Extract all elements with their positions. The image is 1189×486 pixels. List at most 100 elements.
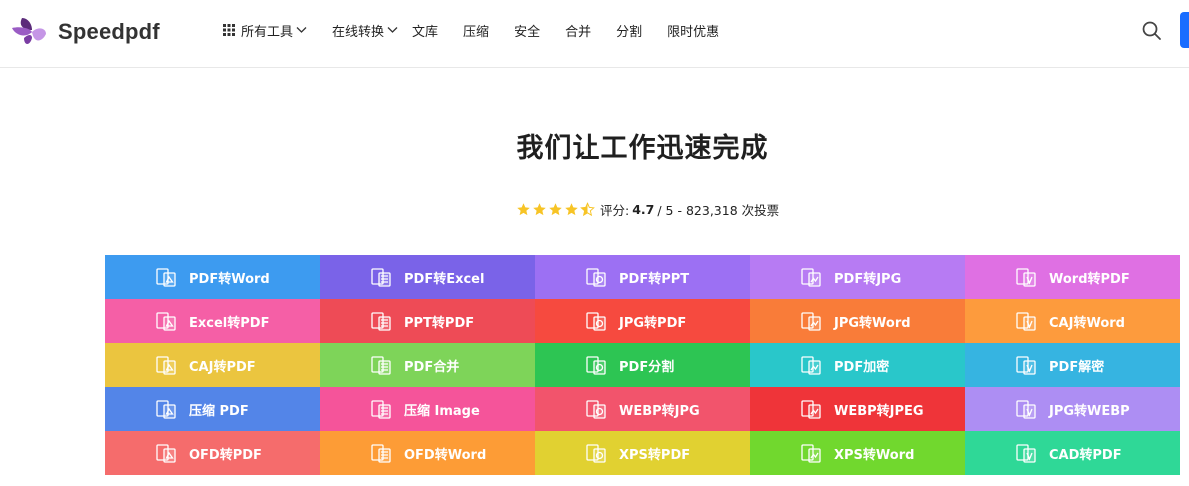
- tool-tile[interactable]: PDF解密: [965, 343, 1180, 387]
- nav-label: 压缩: [463, 24, 490, 40]
- tool-label: PDF转Excel: [404, 271, 485, 287]
- brand-logo[interactable]: Speedpdf: [10, 14, 160, 50]
- nav-merge[interactable]: 合并: [565, 21, 591, 40]
- tool-tile[interactable]: PDF加密: [750, 343, 965, 387]
- tool-label: Word转PDF: [1049, 271, 1130, 287]
- nav-label: 合并: [565, 24, 592, 40]
- grid-icon: [223, 24, 235, 36]
- document-convert-icon: [1016, 444, 1036, 463]
- tool-label: CAD转PDF: [1049, 447, 1122, 463]
- document-convert-icon: [371, 444, 391, 463]
- document-convert-icon: [371, 400, 391, 419]
- tool-label: WEBP转JPG: [619, 403, 700, 419]
- tool-tile[interactable]: CAJ转PDF: [105, 343, 320, 387]
- nav-label: 所有工具: [241, 24, 294, 40]
- document-convert-icon: [156, 268, 176, 287]
- tool-label: WEBP转JPEG: [834, 403, 924, 419]
- tool-label: PDF分割: [619, 359, 675, 375]
- tool-tile[interactable]: Excel转PDF: [105, 299, 320, 343]
- tool-grid: PDF转Word PDF转Excel PDF转PPT PDF转JPG Word转PDF E…: [105, 255, 1180, 475]
- nav-split[interactable]: 分割: [616, 21, 642, 40]
- document-convert-icon: [801, 312, 821, 331]
- star-full-icon: [533, 203, 546, 216]
- tool-tile[interactable]: PDF转PPT: [535, 255, 750, 299]
- tool-label: XPS转PDF: [619, 447, 691, 463]
- nav-label: 在线转换: [332, 24, 385, 40]
- nav-promo[interactable]: 限时优惠: [667, 21, 719, 40]
- tool-label: Excel转PDF: [189, 315, 270, 331]
- header-action-button[interactable]: [1180, 12, 1189, 48]
- tool-tile[interactable]: PDF分割: [535, 343, 750, 387]
- document-convert-icon: [586, 400, 606, 419]
- tool-label: PDF合并: [404, 359, 460, 375]
- tool-label: 压缩 Image: [404, 403, 480, 419]
- tool-tile[interactable]: JPG转Word: [750, 299, 965, 343]
- tool-tile[interactable]: WEBP转JPG: [535, 387, 750, 431]
- document-convert-icon: [156, 312, 176, 331]
- tool-label: OFD转PDF: [189, 447, 262, 463]
- rating-score: 4.7: [632, 202, 655, 217]
- tool-label: 压缩 PDF: [189, 403, 249, 419]
- tool-tile[interactable]: JPG转WEBP: [965, 387, 1180, 431]
- document-convert-icon: [801, 356, 821, 375]
- document-convert-icon: [586, 312, 606, 331]
- tool-label: CAJ转Word: [1049, 315, 1125, 331]
- nav-compress[interactable]: 压缩: [463, 21, 489, 40]
- nav-library[interactable]: 文库: [412, 21, 438, 40]
- nav-all-tools[interactable]: 所有工具: [223, 21, 307, 40]
- tool-label: JPG转WEBP: [1049, 403, 1130, 419]
- tool-tile[interactable]: PPT转PDF: [320, 299, 535, 343]
- document-convert-icon: [1016, 400, 1036, 419]
- tool-tile[interactable]: XPS转Word: [750, 431, 965, 475]
- star-rating[interactable]: [516, 202, 596, 217]
- nav-label: 安全: [514, 24, 541, 40]
- tool-tile[interactable]: PDF转Word: [105, 255, 320, 299]
- tool-label: OFD转Word: [404, 447, 487, 463]
- tool-label: XPS转Word: [834, 447, 915, 463]
- tool-label: PDF转JPG: [834, 271, 902, 287]
- tool-tile[interactable]: CAD转PDF: [965, 431, 1180, 475]
- document-convert-icon: [586, 268, 606, 287]
- butterfly-logo-icon: [12, 18, 46, 44]
- tool-tile[interactable]: 压缩 Image: [320, 387, 535, 431]
- brand-name: Speedpdf: [58, 19, 160, 44]
- tool-tile[interactable]: OFD转Word: [320, 431, 535, 475]
- document-convert-icon: [801, 400, 821, 419]
- tool-label: PDF转Word: [189, 271, 270, 287]
- chevron-down-icon: [296, 27, 307, 33]
- document-convert-icon: [1016, 356, 1036, 375]
- document-convert-icon: [1016, 268, 1036, 287]
- tool-label: JPG转PDF: [619, 315, 687, 331]
- tool-tile[interactable]: OFD转PDF: [105, 431, 320, 475]
- star-half-icon: [580, 202, 595, 217]
- document-convert-icon: [586, 444, 606, 463]
- tool-tile[interactable]: Word转PDF: [965, 255, 1180, 299]
- tool-tile[interactable]: CAJ转Word: [965, 299, 1180, 343]
- document-convert-icon: [371, 312, 391, 331]
- document-convert-icon: [586, 356, 606, 375]
- rating-votes: / 5 - 823,318 次投票: [657, 203, 780, 218]
- tool-label: PDF加密: [834, 359, 890, 375]
- nav-label: 分割: [616, 24, 643, 40]
- tool-tile[interactable]: PDF合并: [320, 343, 535, 387]
- document-convert-icon: [801, 444, 821, 463]
- search-icon[interactable]: [1140, 19, 1164, 43]
- tool-tile[interactable]: PDF转Excel: [320, 255, 535, 299]
- document-convert-icon: [156, 400, 176, 419]
- tool-tile[interactable]: 压缩 PDF: [105, 387, 320, 431]
- tool-tile[interactable]: PDF转JPG: [750, 255, 965, 299]
- tool-tile[interactable]: WEBP转JPEG: [750, 387, 965, 431]
- nav-label: 文库: [412, 24, 439, 40]
- document-convert-icon: [371, 356, 391, 375]
- tool-tile[interactable]: XPS转PDF: [535, 431, 750, 475]
- tool-label: PDF解密: [1049, 359, 1105, 375]
- chevron-down-icon: [387, 27, 398, 33]
- tool-tile[interactable]: JPG转PDF: [535, 299, 750, 343]
- document-convert-icon: [801, 268, 821, 287]
- nav-online-convert[interactable]: 在线转换: [332, 21, 398, 40]
- nav-security[interactable]: 安全: [514, 21, 540, 40]
- main-nav: 所有工具 在线转换 文库 压缩 安全 合并 分割 限时优惠: [223, 20, 744, 40]
- tool-label: PPT转PDF: [404, 315, 475, 331]
- document-convert-icon: [156, 444, 176, 463]
- star-full-icon: [549, 203, 562, 216]
